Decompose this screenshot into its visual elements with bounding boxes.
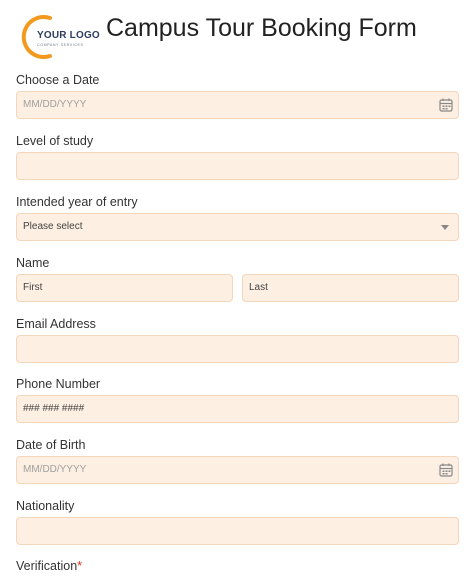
- last-name-input[interactable]: Last: [242, 274, 459, 302]
- email-input[interactable]: [16, 335, 459, 363]
- dob-label: Date of Birth: [16, 438, 86, 452]
- first-name-placeholder: First: [23, 282, 43, 293]
- verification-label-text: Verification: [16, 559, 78, 573]
- calendar-icon[interactable]: [439, 98, 453, 112]
- intended-year-label: Intended year of entry: [16, 195, 138, 209]
- verification-label: Verification*: [16, 559, 82, 573]
- level-of-study-input[interactable]: [16, 152, 459, 180]
- name-label: Name: [16, 256, 50, 270]
- page-title: Campus Tour Booking Form: [106, 14, 417, 42]
- calendar-icon[interactable]: [439, 463, 453, 477]
- last-name-placeholder: Last: [249, 282, 268, 293]
- date-input[interactable]: MM/DD/YYYY: [16, 91, 459, 119]
- logo-text: YOUR LOGO: [37, 30, 100, 41]
- company-logo: YOUR LOGO COMPANY SERVICES: [20, 14, 100, 60]
- dob-input[interactable]: MM/DD/YYYY: [16, 456, 459, 484]
- first-name-input[interactable]: First: [16, 274, 233, 302]
- email-label: Email Address: [16, 317, 96, 331]
- nationality-input[interactable]: [16, 517, 459, 545]
- phone-placeholder: ### ### ####: [23, 403, 85, 414]
- date-placeholder: MM/DD/YYYY: [23, 99, 87, 110]
- date-label: Choose a Date: [16, 73, 100, 87]
- chevron-down-icon: [441, 225, 449, 230]
- dob-placeholder: MM/DD/YYYY: [23, 464, 87, 475]
- level-of-study-label: Level of study: [16, 134, 94, 148]
- logo-subtext: COMPANY SERVICES: [37, 43, 84, 47]
- nationality-label: Nationality: [16, 499, 75, 513]
- intended-year-select[interactable]: Please select: [16, 213, 459, 241]
- phone-input[interactable]: ### ### ####: [16, 395, 459, 423]
- required-marker: *: [77, 559, 83, 573]
- phone-label: Phone Number: [16, 377, 101, 391]
- intended-year-value: Please select: [23, 221, 83, 232]
